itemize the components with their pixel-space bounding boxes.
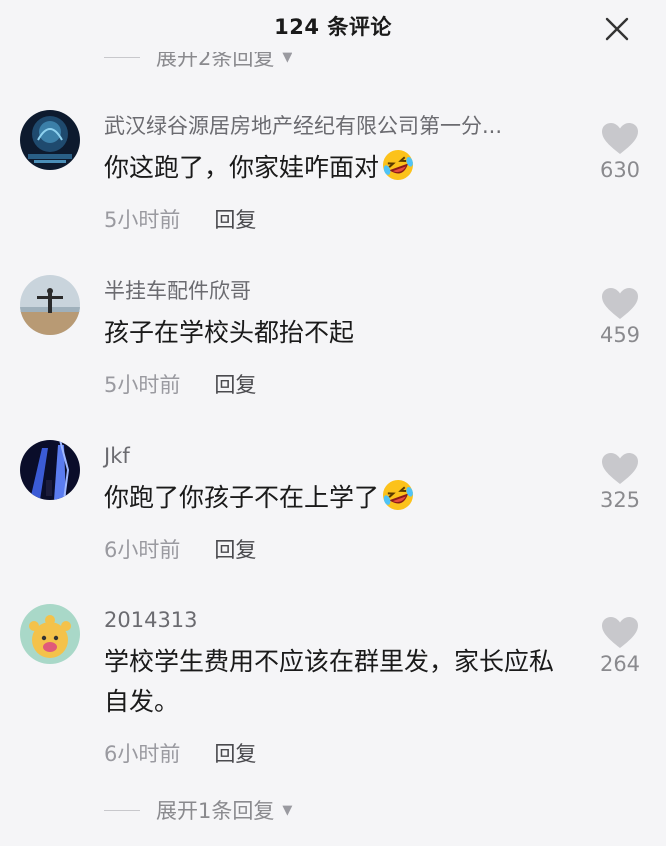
- comments-header: 124 条评论: [0, 0, 666, 52]
- comment-author[interactable]: 武汉绿谷源居房地产经纪有限公司第一分...: [104, 110, 502, 142]
- comment-meta: 6小时前 回复: [104, 534, 256, 566]
- expand-replies-label: 展开1条回复: [156, 799, 275, 823]
- like-count: 630: [599, 158, 641, 182]
- comment-author[interactable]: 半挂车配件欣哥: [104, 275, 251, 307]
- comment-text: 你这跑了，你家娃咋面对: [104, 148, 564, 194]
- chevron-down-icon: ▼: [282, 52, 293, 65]
- avatar[interactable]: [20, 275, 80, 335]
- comment-item: Jkf 你跑了你孩子不在上学了 6小时前 回复 325: [0, 440, 666, 580]
- comment-meta: 5小时前 回复: [104, 204, 256, 236]
- like-count: 264: [599, 652, 641, 676]
- comment-meta: 5小时前 回复: [104, 369, 256, 401]
- expand-replies-label: 展开2条回复: [156, 52, 275, 70]
- avatar[interactable]: [20, 110, 80, 170]
- reply-button[interactable]: 回复: [214, 204, 256, 236]
- comment-time: 5小时前: [104, 208, 181, 232]
- comment-item: 2014313 学校学生费用不应该在群里发，家长应私自发。 6小时前 回复 26…: [0, 604, 666, 784]
- rolling-laughing-emoji-icon: [381, 478, 415, 524]
- comment-text-content: 你跑了你孩子不在上学了: [104, 483, 380, 512]
- header-title: 124 条评论: [274, 15, 392, 39]
- comment-time: 6小时前: [104, 742, 181, 766]
- like-count: 459: [599, 323, 641, 347]
- avatar[interactable]: [20, 440, 80, 500]
- close-button[interactable]: [602, 14, 632, 44]
- comment-author[interactable]: 2014313: [104, 604, 198, 636]
- comment-text: 你跑了你孩子不在上学了: [104, 478, 564, 524]
- like-button[interactable]: 459: [592, 287, 648, 347]
- like-count: 325: [599, 488, 641, 512]
- heart-icon: [602, 453, 638, 484]
- avatar[interactable]: [20, 604, 80, 664]
- comment-item: 半挂车配件欣哥 孩子在学校头都抬不起 5小时前 回复 459: [0, 275, 666, 415]
- heart-icon: [602, 617, 638, 648]
- comment-text: 孩子在学校头都抬不起: [104, 318, 355, 347]
- heart-icon: [602, 123, 638, 154]
- comment-meta: 6小时前 回复: [104, 738, 256, 770]
- comment-text: 学校学生费用不应该在群里发，家长应私自发。: [104, 647, 555, 716]
- like-button[interactable]: 264: [592, 616, 648, 676]
- comment-author[interactable]: Jkf: [104, 440, 130, 472]
- expand-replies-bottom[interactable]: 展开1条回复 ▼: [104, 796, 292, 824]
- close-icon: [605, 17, 629, 41]
- reply-button[interactable]: 回复: [214, 534, 256, 566]
- divider-line: [104, 809, 140, 811]
- chevron-down-icon: ▼: [282, 802, 293, 818]
- comment-text-content: 你这跑了，你家娃咋面对: [104, 153, 380, 182]
- comment-time: 5小时前: [104, 373, 181, 397]
- heart-icon: [602, 288, 638, 319]
- rolling-laughing-emoji-icon: [381, 148, 415, 194]
- like-button[interactable]: 630: [592, 122, 648, 182]
- expand-replies-top[interactable]: 展开2条回复 ▼: [104, 52, 292, 76]
- reply-button[interactable]: 回复: [214, 738, 256, 770]
- comment-time: 6小时前: [104, 538, 181, 562]
- like-button[interactable]: 325: [592, 452, 648, 512]
- reply-button[interactable]: 回复: [214, 369, 256, 401]
- comment-item: 武汉绿谷源居房地产经纪有限公司第一分... 你这跑了，你家娃咋面对 5小时前 回…: [0, 110, 666, 250]
- divider-line: [104, 56, 140, 58]
